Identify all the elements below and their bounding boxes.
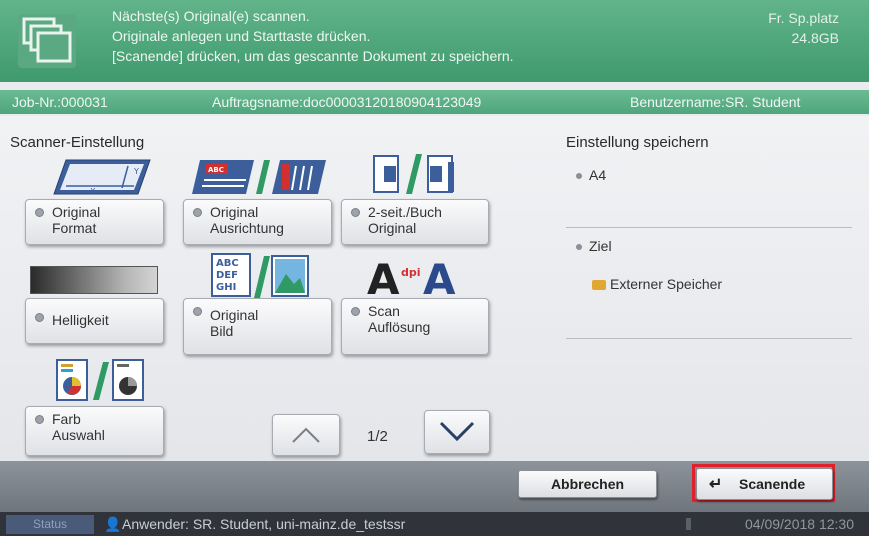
job-number: Job-Nr.:000031 <box>12 94 108 110</box>
brightness-button[interactable]: Helligkeit <box>25 298 164 344</box>
indicator-dot <box>351 307 360 316</box>
image-type-text-1: ABC <box>216 258 239 269</box>
chevron-up-icon <box>292 427 320 443</box>
indicator-icon <box>686 518 691 530</box>
free-space: Fr. Sp.platz 24.8GB <box>768 8 839 48</box>
resolution-icon-letter-1: A <box>367 255 400 300</box>
format-setting: A4 <box>576 167 606 183</box>
scanner-settings-title: Scanner-Einstellung <box>10 134 145 151</box>
bullet-icon <box>576 244 582 251</box>
status-bar: Status 👤 Anwender: SR. Student, uni-main… <box>0 512 869 536</box>
original-image-button[interactable]: Original Bild <box>183 298 332 355</box>
indicator-dot <box>35 208 44 217</box>
indicator-dot <box>35 415 44 424</box>
color-selection-button[interactable]: Farb Auswahl <box>25 406 164 456</box>
message-header: Nächste(s) Original(e) scannen. Original… <box>0 0 869 82</box>
resolution-icon-letter-2: A <box>423 255 456 300</box>
original-orientation-button[interactable]: Original Ausrichtung <box>183 199 332 245</box>
duplex-original-button[interactable]: 2-seit./Buch Original <box>341 199 489 245</box>
folder-icon <box>592 280 606 290</box>
image-type-text-2: DEF <box>216 270 238 281</box>
indicator-dot <box>193 307 202 316</box>
svg-text:X: X <box>90 187 96 196</box>
brightness-gradient-icon <box>30 266 158 294</box>
indicator-dot <box>35 313 44 322</box>
chevron-down-icon <box>439 421 475 442</box>
resolution-icon-dpi: dpi <box>401 266 421 279</box>
resolution-icon: A dpi A <box>365 250 461 305</box>
enter-arrow-icon: ↵ <box>709 476 723 493</box>
scan-stack-icon <box>18 14 76 68</box>
instruction-line-1: Nächste(s) Original(e) scannen. <box>112 8 310 24</box>
page-indicator: 1/2 <box>367 428 388 445</box>
color-selection-icon <box>55 358 147 407</box>
status-datetime: 04/09/2018 12:30 <box>745 516 854 532</box>
original-image-label: Original Bild <box>210 307 259 339</box>
original-format-label: Original Format <box>52 204 101 236</box>
brightness-label: Helligkeit <box>52 312 109 328</box>
scan-end-button[interactable]: ↵ Scanende <box>696 468 833 500</box>
duplex-original-label: 2-seit./Buch Original <box>368 204 442 236</box>
user-name: Benutzername:SR. Student <box>630 94 801 110</box>
image-type-text-3: GHI <box>216 282 236 293</box>
scan-resolution-label: Scan Auflösung <box>368 303 431 335</box>
format-value: A4 <box>589 167 607 183</box>
status-user: Anwender: SR. Student, uni-mainz.de_test… <box>122 516 406 532</box>
destination-setting: Ziel <box>576 238 612 254</box>
original-orientation-label: Original Ausrichtung <box>210 204 284 236</box>
save-settings-title: Einstellung speichern <box>566 134 709 151</box>
page-up-button[interactable] <box>272 414 340 456</box>
cancel-button[interactable]: Abbrechen <box>518 470 657 498</box>
free-space-label: Fr. Sp.platz <box>768 10 839 26</box>
instruction-text: Nächste(s) Original(e) scannen. Original… <box>112 6 514 66</box>
destination-label: Ziel <box>589 238 612 254</box>
scan-resolution-button[interactable]: Scan Auflösung <box>341 298 489 355</box>
bullet-icon <box>576 173 582 180</box>
free-space-value: 24.8GB <box>791 30 839 46</box>
scan-end-label: Scanende <box>739 476 806 492</box>
job-info-bar: Job-Nr.:000031 Auftragsname:doc000031201… <box>0 90 869 114</box>
page-down-button[interactable] <box>424 410 490 454</box>
destination-value: Externer Speicher <box>592 276 722 292</box>
instruction-line-3: [Scanende] drücken, um das gescannte Dok… <box>112 48 514 64</box>
copier-screen: Nächste(s) Original(e) scannen. Original… <box>0 0 869 536</box>
indicator-dot <box>193 208 202 217</box>
indicator-dot <box>351 208 360 217</box>
orientation-icon: ABC <box>190 158 328 203</box>
svg-text:Y: Y <box>133 167 139 176</box>
original-format-button[interactable]: Original Format <box>25 199 164 245</box>
original-size-icon: Y X <box>52 158 152 201</box>
divider <box>566 338 852 339</box>
divider <box>566 227 852 228</box>
color-selection-label: Farb Auswahl <box>52 411 105 443</box>
status-tab[interactable]: Status <box>6 515 94 534</box>
orientation-icon-text: ABC <box>208 166 224 174</box>
destination-value-text: Externer Speicher <box>610 276 723 292</box>
duplex-icon <box>370 152 460 201</box>
user-icon: 👤 <box>104 516 122 532</box>
job-name: Auftragsname:doc00003120180904123049 <box>212 94 482 110</box>
instruction-line-2: Originale anlegen und Starttaste drücken… <box>112 28 371 44</box>
